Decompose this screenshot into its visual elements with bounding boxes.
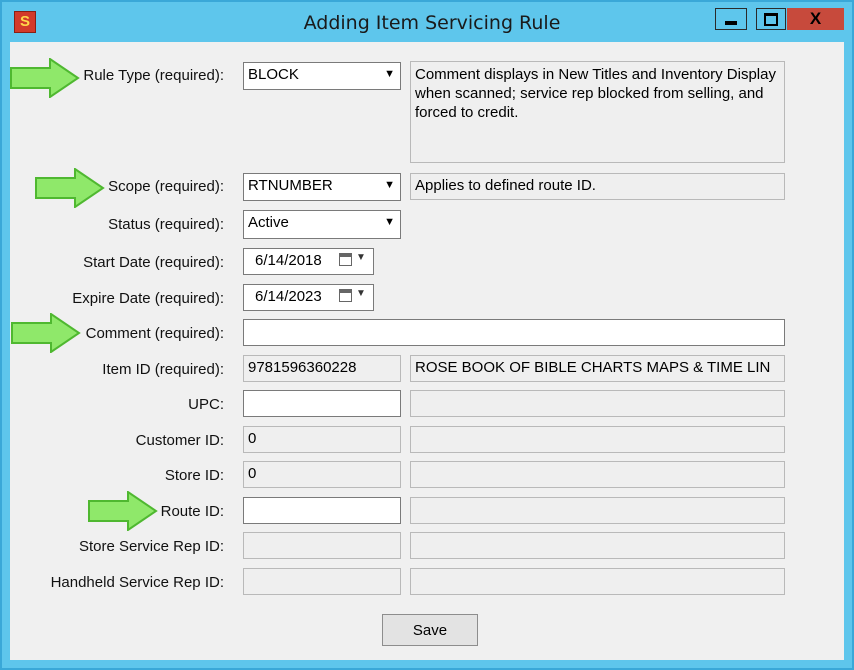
item-description-field: ROSE BOOK OF BIBLE CHARTS MAPS & TIME LI…: [410, 355, 785, 382]
app-icon: S: [14, 11, 36, 33]
rule-type-label: Rule Type (required):: [83, 67, 224, 84]
customer-id-field: 0: [243, 426, 401, 453]
store-service-rep-description-field: [410, 532, 785, 559]
handheld-service-rep-description-field: [410, 568, 785, 595]
customer-description-field: [410, 426, 785, 453]
upc-description-field: [410, 390, 785, 417]
green-arrow-icon: [11, 313, 81, 353]
expire-date-label: Expire Date (required):: [72, 290, 224, 307]
dialog-window: S Adding Item Servicing Rule X Rule Type…: [0, 0, 854, 670]
scope-value: RTNUMBER: [248, 177, 333, 194]
green-arrow-icon: [10, 58, 80, 98]
start-date-picker[interactable]: 6/14/2018 ▼: [243, 248, 374, 275]
rule-type-description: Comment displays in New Titles and Inven…: [410, 61, 785, 163]
store-description-field: [410, 461, 785, 488]
green-arrow-icon: [35, 168, 105, 208]
store-id-field: 0: [243, 461, 401, 488]
route-id-input[interactable]: [243, 497, 401, 524]
comment-label: Comment (required):: [85, 325, 224, 342]
scope-select[interactable]: RTNUMBER ▼: [243, 173, 401, 201]
chevron-down-icon: ▼: [384, 68, 395, 80]
calendar-icon[interactable]: [339, 289, 352, 302]
status-value: Active: [248, 214, 289, 231]
calendar-icon[interactable]: [339, 253, 352, 266]
comment-input[interactable]: [243, 319, 785, 346]
item-id-label: Item ID (required):: [102, 361, 224, 378]
status-select[interactable]: Active ▼: [243, 210, 401, 239]
window-title: Adding Item Servicing Rule: [303, 12, 561, 34]
chevron-down-icon[interactable]: ▼: [356, 252, 366, 263]
chevron-down-icon[interactable]: ▼: [356, 288, 366, 299]
store-service-rep-id-label: Store Service Rep ID:: [78, 538, 224, 555]
expire-date-picker[interactable]: 6/14/2023 ▼: [243, 284, 374, 311]
expire-date-value: 6/14/2023: [255, 288, 322, 305]
chevron-down-icon: ▼: [384, 216, 395, 228]
chevron-down-icon: ▼: [384, 179, 395, 191]
close-button[interactable]: X: [787, 8, 844, 30]
handheld-service-rep-id-field: [243, 568, 401, 595]
maximize-button[interactable]: [756, 8, 786, 30]
rule-type-value: BLOCK: [248, 66, 299, 83]
handheld-service-rep-id-label: Handheld Service Rep ID:: [50, 574, 224, 591]
save-button[interactable]: Save: [382, 614, 478, 646]
upc-label: UPC:: [188, 396, 224, 413]
scope-label: Scope (required):: [108, 178, 224, 195]
rule-type-select[interactable]: BLOCK ▼: [243, 62, 401, 90]
minimize-icon: [725, 21, 737, 25]
form-panel: Rule Type (required): BLOCK ▼ Comment di…: [10, 42, 844, 660]
store-service-rep-id-field: [243, 532, 401, 559]
scope-description: Applies to defined route ID.: [410, 173, 785, 200]
green-arrow-icon: [88, 491, 158, 531]
minimize-button[interactable]: [715, 8, 747, 30]
start-date-value: 6/14/2018: [255, 252, 322, 269]
customer-id-label: Customer ID:: [135, 432, 224, 449]
status-label: Status (required):: [108, 216, 224, 233]
maximize-icon: [764, 12, 778, 26]
store-id-label: Store ID:: [164, 467, 224, 484]
upc-input[interactable]: [243, 390, 401, 417]
title-bar[interactable]: S Adding Item Servicing Rule X: [2, 2, 852, 42]
route-description-field: [410, 497, 785, 524]
item-id-field: 9781596360228: [243, 355, 401, 382]
route-id-label: Route ID:: [160, 503, 224, 520]
start-date-label: Start Date (required):: [83, 254, 224, 271]
